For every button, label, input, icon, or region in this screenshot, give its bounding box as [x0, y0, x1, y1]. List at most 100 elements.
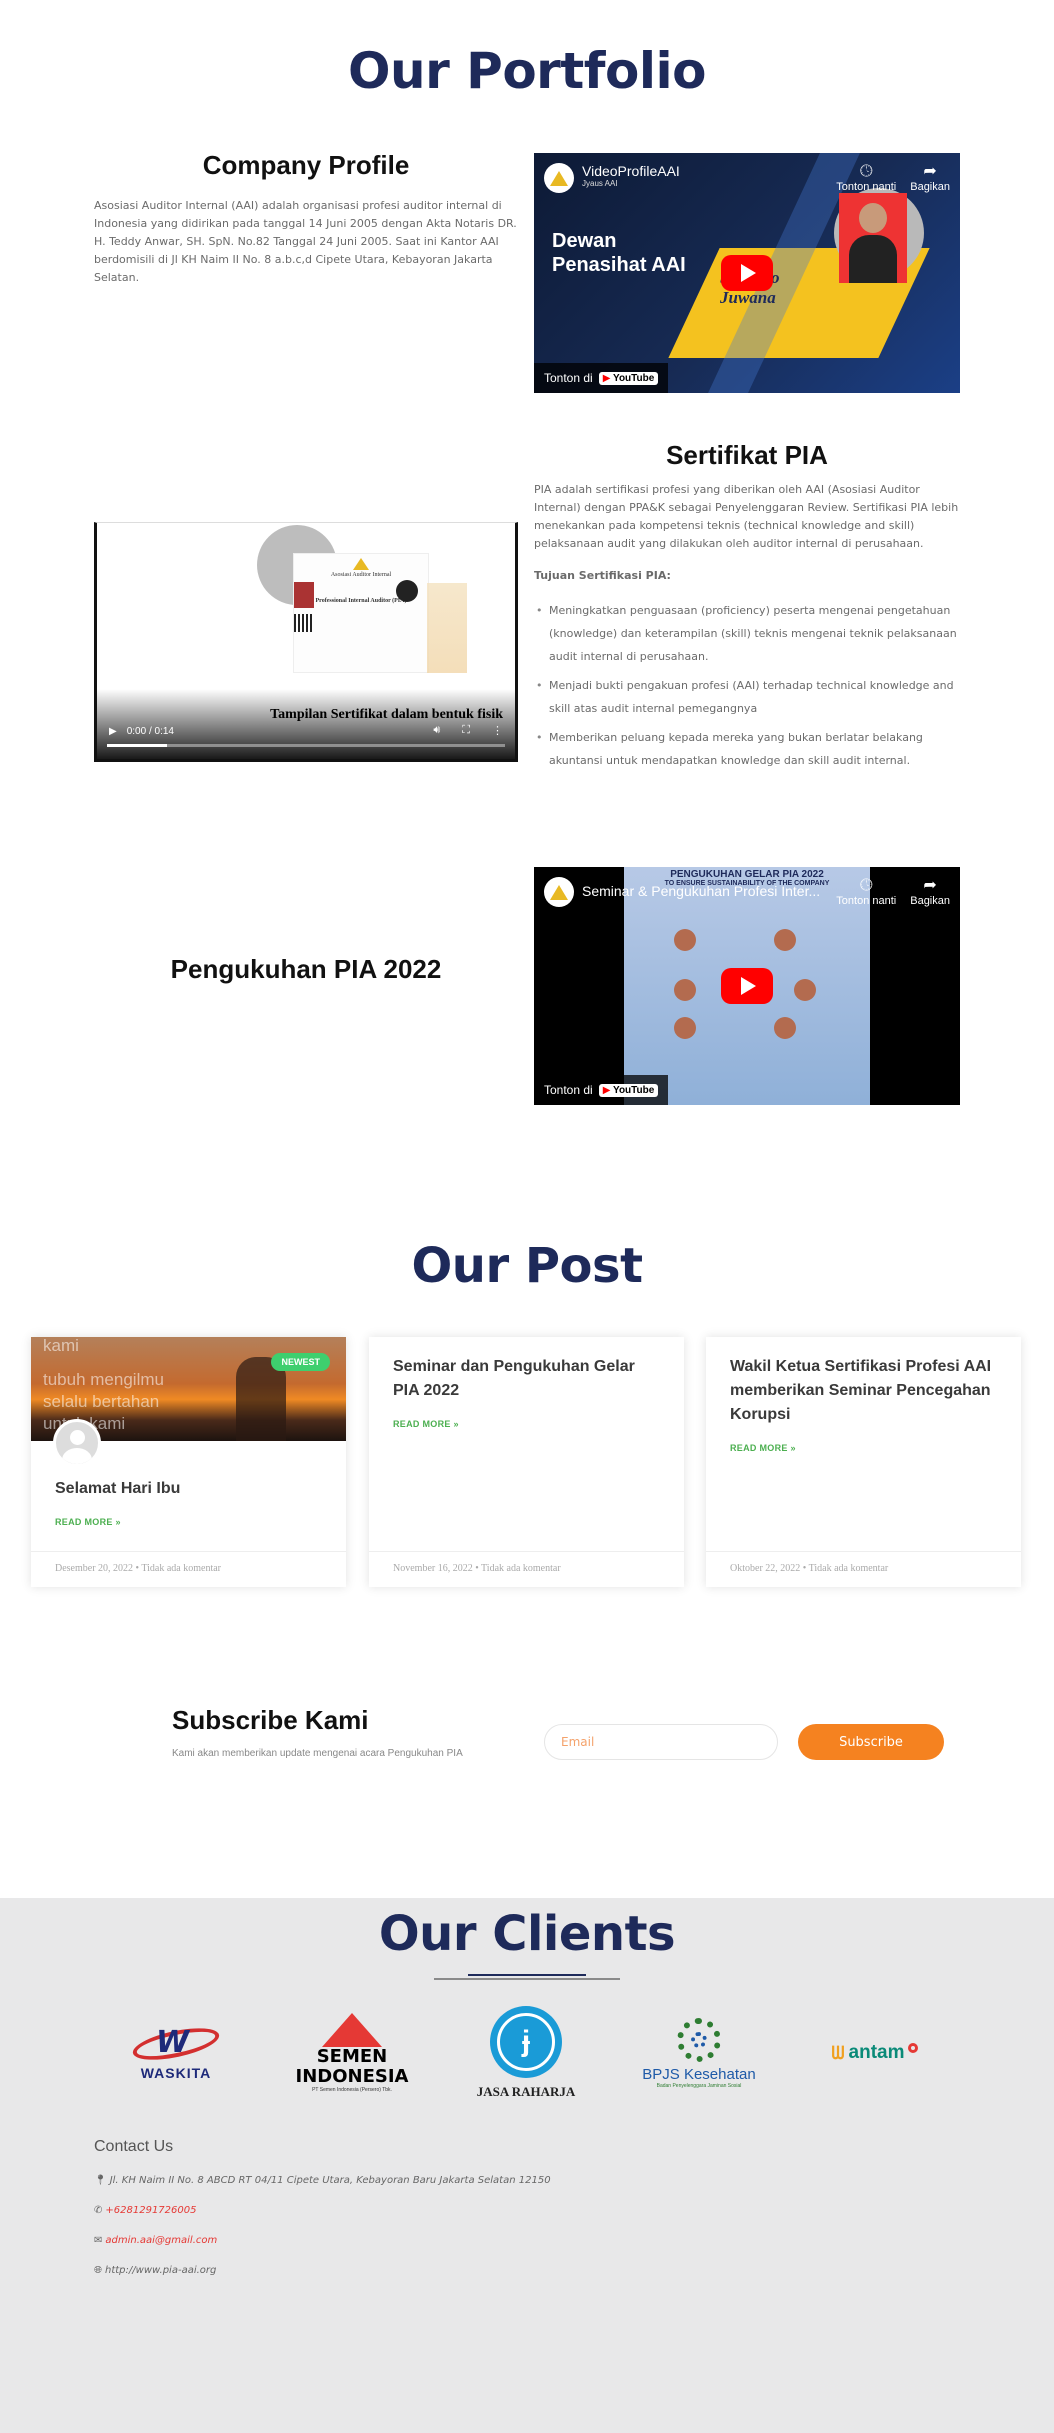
jasa-raharja-emblem-icon: ɉ	[490, 2006, 562, 2078]
goal-item: Meningkatkan penguasaan (proficiency) pe…	[534, 599, 960, 668]
video-title[interactable]: Seminar & Pengukuhan Profesi Inter...	[582, 883, 820, 899]
semen-indonesia-logo[interactable]: SEMEN INDONESIA PT Semen Indonesia (Pers…	[286, 1998, 418, 2108]
play-button-icon[interactable]	[721, 968, 773, 1004]
post-title[interactable]: Wakil Ketua Sertifikasi Profesi AAI memb…	[730, 1355, 997, 1427]
clock-icon: 🕓︎	[859, 877, 873, 894]
watch-on-youtube-button[interactable]: Tonton di ▶ YouTube	[534, 363, 669, 393]
speaker-photo	[774, 929, 796, 951]
read-more-link[interactable]: READ MORE »	[55, 1517, 322, 1527]
play-icon[interactable]: ▶	[109, 726, 117, 737]
watch-later-button[interactable]: 🕓︎ Tonton nanti	[836, 877, 896, 907]
clock-icon: 🕓︎	[859, 163, 873, 180]
watch-on-youtube-button[interactable]: Tonton di ▶ YouTube	[534, 1075, 669, 1105]
email-link[interactable]: admin.aai@gmail.com	[105, 2235, 217, 2246]
antam-logo[interactable]: ᗯ antam	[814, 1998, 936, 2108]
player-controls: Tampilan Sertifikat dalam bentuk fisik ▶…	[97, 689, 515, 759]
post-date: Desember 20, 2022	[55, 1563, 134, 1574]
post-card[interactable]: Seminar dan Pengukuhan Gelar PIA 2022 RE…	[369, 1337, 684, 1587]
cert-org: Asosiasi Auditor Internal	[330, 572, 392, 578]
channel-avatar-icon[interactable]	[544, 877, 574, 907]
player-caption: Tampilan Sertifikat dalam bentuk fisik	[270, 707, 503, 722]
waskita-label: WASKITA	[140, 2065, 212, 2081]
goal-item: Menjadi bukti pengakuan profesi (AAI) te…	[534, 674, 960, 720]
jasa-raharja-logo[interactable]: ɉ JASA RAHARJA	[464, 1998, 588, 2108]
antam-leaf-icon: ᗯ	[831, 2042, 845, 2063]
contact-email: ✉ admin.aai@gmail.com	[94, 2235, 217, 2246]
goal-item: Memberikan peluang kepada mereka yang bu…	[534, 726, 960, 772]
post-comments[interactable]: Tidak ada komentar	[141, 1563, 221, 1574]
share-button[interactable]: ➦ Bagikan	[910, 163, 950, 193]
antam-label: antam	[848, 2042, 905, 2063]
company-profile-text-block: Company Profile Asosiasi Auditor Interna…	[94, 150, 518, 287]
fullscreen-icon[interactable]: ⛶	[462, 724, 470, 737]
speaker-photo	[839, 193, 907, 283]
speaker-photo	[674, 979, 696, 1001]
post-comments[interactable]: Tidak ada komentar	[809, 1563, 889, 1574]
thumb-text-line: selalu bertahan	[43, 1392, 160, 1411]
video-overlay-line2: Penasihat AAI	[552, 254, 686, 276]
clients-title: Our Clients	[378, 1906, 676, 1962]
globe-icon: 🌐︎	[94, 2265, 102, 2276]
post-title[interactable]: Seminar dan Pengukuhan Gelar PIA 2022	[393, 1355, 660, 1403]
post-comments[interactable]: Tidak ada komentar	[481, 1563, 561, 1574]
share-label: Bagikan	[910, 181, 950, 193]
waskita-mark-icon: W	[126, 2022, 226, 2066]
speaker-head	[859, 203, 887, 233]
pengukuhan-text-block: Pengukuhan PIA 2022	[94, 954, 518, 985]
antam-dot-icon	[908, 2043, 919, 2053]
video-overlay-line1: Dewan	[552, 230, 617, 252]
subscribe-button[interactable]: Subscribe	[798, 1724, 944, 1760]
volume-icon[interactable]: 🔊︎	[433, 724, 440, 737]
company-profile-video[interactable]: Dewan Penasihat AAI Suhanto Juwana Video…	[534, 153, 960, 393]
watch-on-label: Tonton di	[544, 1083, 593, 1097]
read-more-link[interactable]: READ MORE »	[393, 1419, 660, 1429]
portfolio-title: Our Portfolio	[348, 42, 706, 100]
play-button-icon[interactable]	[721, 255, 773, 291]
player-progress-bar[interactable]	[107, 744, 505, 747]
contact-address: 📍︎ Jl. KH Naim II No. 8 ABCD RT 04/11 Cip…	[94, 2175, 551, 2186]
post-title[interactable]: Selamat Hari Ibu	[55, 1477, 322, 1501]
website-link[interactable]: http://www.pia-aai.org	[105, 2265, 216, 2276]
player-progress-fill	[107, 744, 167, 747]
post-meta: Desember 20, 2022 • Tidak ada komentar	[31, 1551, 346, 1587]
jasa-raharja-label: JASA RAHARJA	[476, 2084, 576, 2099]
yt-header: Seminar & Pengukuhan Profesi Inter... 🕓︎…	[534, 867, 960, 919]
semen-label: SEMEN INDONESIA	[295, 2046, 409, 2087]
post-body: Wakil Ketua Sertifikasi Profesi AAI memb…	[706, 1337, 1021, 1471]
contact-heading: Contact Us	[94, 2138, 174, 2155]
share-label: Bagikan	[910, 895, 950, 907]
share-button[interactable]: ➦ Bagikan	[910, 877, 950, 907]
contact-phone: ✆ +6281291726005	[94, 2205, 196, 2216]
watch-later-button[interactable]: 🕓︎ Tonton nanti	[836, 163, 896, 193]
more-options-icon[interactable]: ⋮	[492, 724, 503, 737]
aai-logo-icon	[353, 558, 369, 570]
contact-website: 🌐︎ http://www.pia-aai.org	[94, 2265, 216, 2276]
sertifikat-text: PIA adalah sertifikasi profesi yang dibe…	[534, 483, 959, 550]
read-more-link[interactable]: READ MORE »	[730, 1443, 997, 1453]
phone-link[interactable]: +6281291726005	[105, 2205, 196, 2216]
speaker-photo	[774, 1017, 796, 1039]
bpjs-logo[interactable]: BPJS Kesehatan Badan Penyelenggara Jamin…	[634, 1998, 764, 2108]
waskita-w: W	[156, 2025, 190, 2060]
certificate-video-player[interactable]: Asosiasi Auditor Internal Professional I…	[94, 522, 518, 762]
post-card[interactable]: kami tubuh mengilmu selalu bertahan untu…	[31, 1337, 346, 1587]
player-time: 0:00 / 0:14	[126, 726, 174, 737]
youtube-brand-label: YouTube	[613, 1084, 655, 1096]
jasa-raharja-emblem-inner: ɉ	[497, 2013, 555, 2071]
qr-code-icon	[294, 614, 312, 632]
email-field[interactable]	[544, 1724, 778, 1760]
post-body: Seminar dan Pengukuhan Gelar PIA 2022 RE…	[369, 1337, 684, 1447]
channel-avatar-icon[interactable]	[544, 163, 574, 193]
subscribe-description: Kami akan memberikan update mengenai aca…	[172, 1748, 463, 1759]
waskita-logo[interactable]: W WASKITA	[116, 1998, 236, 2108]
post-card[interactable]: Wakil Ketua Sertifikasi Profesi AAI memb…	[706, 1337, 1021, 1587]
thumb-text-line: tubuh mengilmu	[43, 1370, 164, 1389]
semen-pyramid-icon	[322, 2013, 382, 2047]
pengukuhan-video[interactable]: PENGUKUHAN GELAR PIA 2022 TO ENSURE SUST…	[534, 867, 960, 1105]
sertifikat-text-block: Sertifikat PIA PIA adalah sertifikasi pr…	[534, 440, 960, 778]
antam-mark: ᗯ antam	[832, 2042, 919, 2064]
subscribe-title: Subscribe Kami	[172, 1705, 369, 1735]
watch-later-label: Tonton nanti	[836, 181, 897, 193]
video-title[interactable]: VideoProfileAAI	[582, 163, 680, 179]
goals-list: Meningkatkan penguasaan (proficiency) pe…	[534, 599, 960, 772]
